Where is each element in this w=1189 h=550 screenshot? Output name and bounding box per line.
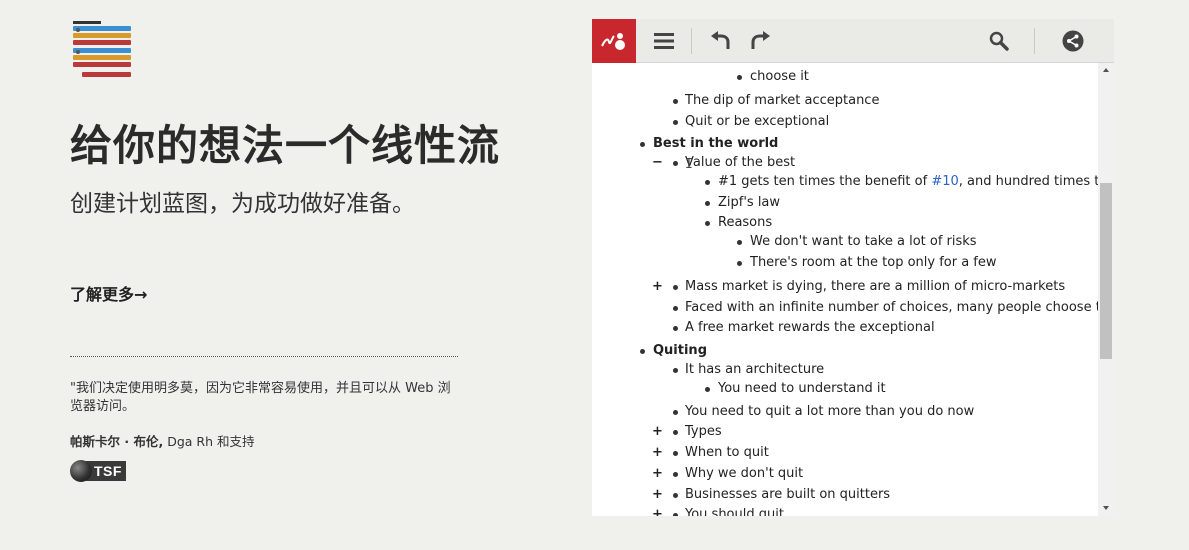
page-subtitle: 创建计划蓝图，为成功做好准备。 [70, 191, 415, 217]
share-icon[interactable] [1058, 26, 1088, 56]
outline-item[interactable]: A free market rewards the exceptional [685, 320, 935, 336]
outline-item[interactable]: Value of the best [685, 155, 795, 171]
outline-item[interactable]: Best in the world [653, 136, 778, 152]
collapse-toggle[interactable]: − [652, 155, 663, 171]
testimonial-attribution: 帕斯卡尔 · 布伦, Dga Rh 和支持 [70, 431, 254, 450]
outline-item[interactable]: You need to quit a lot more than you do … [685, 404, 974, 420]
attribution-company: Dga Rh 和支持 [167, 434, 255, 449]
expand-toggle[interactable]: + [652, 445, 663, 461]
bullet[interactable] [673, 306, 678, 311]
bullet[interactable] [673, 451, 678, 456]
toolbar-separator [1034, 28, 1035, 54]
menu-icon[interactable] [649, 26, 679, 56]
bullet[interactable] [737, 75, 742, 80]
expand-toggle[interactable]: + [652, 279, 663, 295]
bullet[interactable] [673, 368, 678, 373]
bullet[interactable] [673, 493, 678, 498]
outline-item[interactable]: Businesses are built on quitters [685, 487, 890, 503]
bullet[interactable] [673, 410, 678, 415]
text-cursor-icon: I [685, 157, 693, 172]
vertical-scrollbar[interactable] [1098, 63, 1114, 516]
brand-logo-icon [73, 21, 131, 77]
outline-item[interactable]: You should quit [685, 507, 784, 516]
outline-item[interactable]: choose it [750, 69, 809, 85]
hashtag-link[interactable]: #10 [931, 174, 958, 189]
outline-item[interactable]: There's room at the top only for a few [750, 255, 997, 271]
toolbar-separator [691, 28, 692, 54]
bullet[interactable] [673, 161, 678, 166]
divider [70, 356, 458, 357]
learn-more-link[interactable]: 了解更多→ [70, 281, 147, 305]
tsf-badge: TSF [70, 460, 126, 482]
outline-item[interactable]: Why we don't quit [685, 466, 803, 482]
search-icon[interactable] [984, 26, 1014, 56]
outline-tree: choose it The dip of market acceptance Q… [592, 63, 1098, 516]
bullet[interactable] [673, 120, 678, 125]
testimonial-quote: "我们决定使用明多莫，因为它非常容易使用，并且可以从 Web 浏览器访问。 [70, 381, 451, 414]
expand-toggle[interactable]: + [652, 466, 663, 482]
outline-item[interactable]: You need to understand it [718, 381, 886, 397]
outline-item[interactable]: #1 gets ten times the benefit of #10, an… [718, 174, 1098, 190]
bullet[interactable] [640, 142, 645, 147]
bullet[interactable] [705, 387, 710, 392]
page-title: 给你的想法一个线性流 [70, 121, 501, 170]
bullet[interactable] [737, 261, 742, 266]
expand-toggle[interactable]: + [652, 507, 663, 516]
app-logo-icon[interactable] [592, 19, 636, 63]
outline-item[interactable]: Quiting [653, 343, 707, 359]
redo-icon[interactable] [745, 26, 775, 56]
outline-item[interactable]: Zipf's law [718, 195, 780, 211]
bullet[interactable] [673, 472, 678, 477]
outline-item[interactable]: When to quit [685, 445, 769, 461]
undo-icon[interactable] [706, 26, 736, 56]
bullet[interactable] [673, 513, 678, 516]
bullet[interactable] [705, 221, 710, 226]
attribution-name: 帕斯卡尔 · 布伦, [70, 434, 164, 449]
bullet[interactable] [673, 430, 678, 435]
toolbar [592, 19, 1114, 63]
bullet[interactable] [673, 326, 678, 331]
tsf-ball-icon [70, 460, 92, 482]
outline-item[interactable]: Reasons [718, 215, 772, 231]
bullet[interactable] [640, 349, 645, 354]
expand-toggle[interactable]: + [652, 487, 663, 503]
outline-item[interactable]: Quit or be exceptional [685, 114, 829, 130]
bullet[interactable] [705, 180, 710, 185]
outline-item[interactable]: It has an architecture [685, 362, 824, 378]
scroll-thumb[interactable] [1100, 183, 1112, 359]
bullet[interactable] [673, 99, 678, 104]
mindomo-app-window: choose it The dip of market acceptance Q… [592, 19, 1114, 516]
outline-item[interactable]: The dip of market acceptance [685, 93, 879, 109]
outline-item[interactable]: Types [685, 424, 722, 440]
bullet[interactable] [705, 201, 710, 206]
outline-item[interactable]: Mass market is dying, there are a millio… [685, 279, 1065, 295]
scroll-up-icon[interactable] [1103, 68, 1109, 72]
outline-item[interactable]: We don't want to take a lot of risks [750, 234, 977, 250]
scroll-down-icon[interactable] [1103, 506, 1109, 510]
bullet[interactable] [737, 240, 742, 245]
bullet[interactable] [673, 285, 678, 290]
outline-item[interactable]: Faced with an infinite number of choices… [685, 300, 1098, 316]
expand-toggle[interactable]: + [652, 424, 663, 440]
